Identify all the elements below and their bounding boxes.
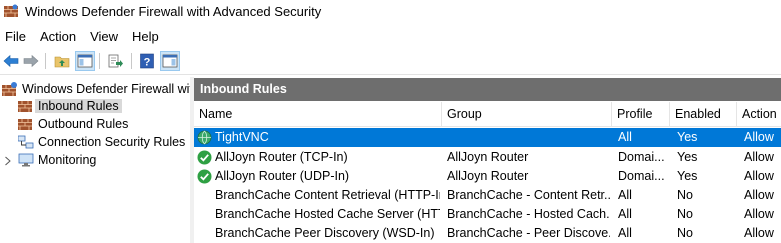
- rule-name: BranchCache Hosted Cache Server (HTTP...: [215, 207, 440, 221]
- help-icon: ?: [140, 53, 154, 69]
- rule-name: AllJoyn Router (UDP-In): [215, 169, 350, 183]
- rule-enabled: Yes: [677, 150, 698, 164]
- outbound-rules-icon: [18, 119, 32, 130]
- table-row[interactable]: BranchCache Hosted Cache Server (HTTP...…: [194, 205, 781, 224]
- rule-profile: All: [618, 226, 632, 240]
- column-header-group[interactable]: Group: [442, 102, 612, 127]
- show-hide-action-pane-button[interactable]: [160, 51, 180, 71]
- rule-enabled: Yes: [677, 130, 698, 144]
- column-header-action[interactable]: Action: [737, 102, 781, 127]
- firewall-icon: [2, 82, 17, 96]
- back-icon: [3, 54, 19, 68]
- rule-profile: Domai...: [618, 150, 665, 164]
- rule-group: AllJoyn Router: [447, 169, 529, 183]
- tree-item-label: Connection Security Rules: [38, 135, 186, 149]
- rule-action: Allow: [744, 188, 774, 202]
- menu-view[interactable]: View: [83, 27, 125, 47]
- back-button[interactable]: [1, 51, 21, 71]
- toolbar-divider: [0, 74, 781, 75]
- tree-item-monitoring[interactable]: Monitoring: [18, 151, 96, 169]
- rule-enabled: No: [677, 207, 693, 221]
- rule-action: Allow: [744, 150, 774, 164]
- console-tree: Windows Defender Firewall with Advanced …: [0, 78, 190, 243]
- column-headers: Name Group Profile Enabled Action: [194, 102, 781, 127]
- tree-item-inbound-rules[interactable]: Inbound Rules: [18, 97, 122, 115]
- up-folder-icon: [54, 56, 70, 68]
- rule-group: BranchCache - Peer Discove...: [447, 226, 610, 240]
- table-row[interactable]: AllJoyn Router (TCP-In) AllJoyn Router D…: [194, 148, 781, 167]
- tree-item-connection-security-rules[interactable]: Connection Security Rules: [18, 133, 185, 151]
- svg-text:?: ?: [144, 57, 151, 69]
- rule-action: Allow: [744, 226, 774, 240]
- tree-item-label: Monitoring: [38, 153, 97, 167]
- menu-file[interactable]: File: [0, 27, 33, 47]
- export-list-icon: [108, 54, 123, 68]
- rule-group: BranchCache - Content Retr...: [447, 188, 610, 202]
- globe-shield-icon: [197, 130, 212, 145]
- rule-profile: All: [618, 130, 632, 144]
- rule-enabled: Yes: [677, 169, 698, 183]
- monitoring-icon: [18, 153, 34, 167]
- tree-item-label: Outbound Rules: [38, 117, 129, 131]
- forward-button[interactable]: [21, 51, 41, 71]
- enabled-check-icon: [197, 169, 212, 184]
- column-header-name[interactable]: Name: [194, 102, 442, 127]
- table-row[interactable]: BranchCache Content Retrieval (HTTP-In) …: [194, 186, 781, 205]
- column-header-profile[interactable]: Profile: [612, 102, 670, 127]
- rule-name: BranchCache Content Retrieval (HTTP-In): [215, 188, 440, 202]
- show-hide-action-pane-icon: [162, 54, 178, 68]
- rule-name: AllJoyn Router (TCP-In): [215, 150, 348, 164]
- table-row[interactable]: AllJoyn Router (UDP-In) AllJoyn Router D…: [194, 167, 781, 186]
- title-bar: Windows Defender Firewall with Advanced …: [0, 0, 781, 24]
- rule-enabled: No: [677, 188, 693, 202]
- rule-group: AllJoyn Router: [447, 150, 529, 164]
- rule-enabled: No: [677, 226, 693, 240]
- rule-name: BranchCache Peer Discovery (WSD-In): [215, 226, 435, 240]
- export-list-button[interactable]: [105, 51, 125, 71]
- window-title: Windows Defender Firewall with Advanced …: [25, 4, 322, 19]
- rule-name: TightVNC: [215, 130, 269, 144]
- pane-title: Inbound Rules: [194, 78, 781, 101]
- inbound-rules-icon: [18, 101, 32, 112]
- table-row[interactable]: TightVNC All Yes Allow: [194, 128, 781, 147]
- tree-root[interactable]: Windows Defender Firewall with Advanced …: [2, 80, 190, 98]
- rule-group: [447, 128, 610, 147]
- menu-bar: File Action View Help: [0, 27, 166, 47]
- help-button[interactable]: ?: [137, 51, 157, 71]
- rule-action: Allow: [744, 169, 774, 183]
- up-folder-button[interactable]: [52, 51, 72, 71]
- rule-profile: Domai...: [618, 169, 665, 183]
- show-hide-console-tree-button[interactable]: [75, 51, 95, 71]
- tree-root-label: Windows Defender Firewall with Advanced …: [22, 82, 190, 96]
- connection-security-icon: [18, 135, 34, 149]
- enabled-check-icon: [197, 150, 212, 165]
- table-row[interactable]: BranchCache Peer Discovery (WSD-In) Bran…: [194, 224, 781, 243]
- show-hide-console-tree-icon: [77, 54, 93, 68]
- rule-profile: All: [618, 188, 632, 202]
- rule-group: BranchCache - Hosted Cach...: [447, 207, 610, 221]
- tree-item-outbound-rules[interactable]: Outbound Rules: [18, 115, 128, 133]
- chevron-right-icon[interactable]: [4, 156, 12, 166]
- firewall-icon: [4, 4, 18, 17]
- forward-icon: [23, 54, 39, 68]
- rule-action: Allow: [744, 207, 774, 221]
- menu-help[interactable]: Help: [125, 27, 166, 47]
- menu-action[interactable]: Action: [33, 27, 83, 47]
- column-header-enabled[interactable]: Enabled: [670, 102, 737, 127]
- rule-profile: All: [618, 207, 632, 221]
- toolbar: ?: [0, 50, 781, 72]
- tree-item-label: Inbound Rules: [35, 99, 122, 113]
- results-pane: Inbound Rules Name Group Profile Enabled…: [194, 78, 781, 243]
- rule-action: Allow: [744, 130, 774, 144]
